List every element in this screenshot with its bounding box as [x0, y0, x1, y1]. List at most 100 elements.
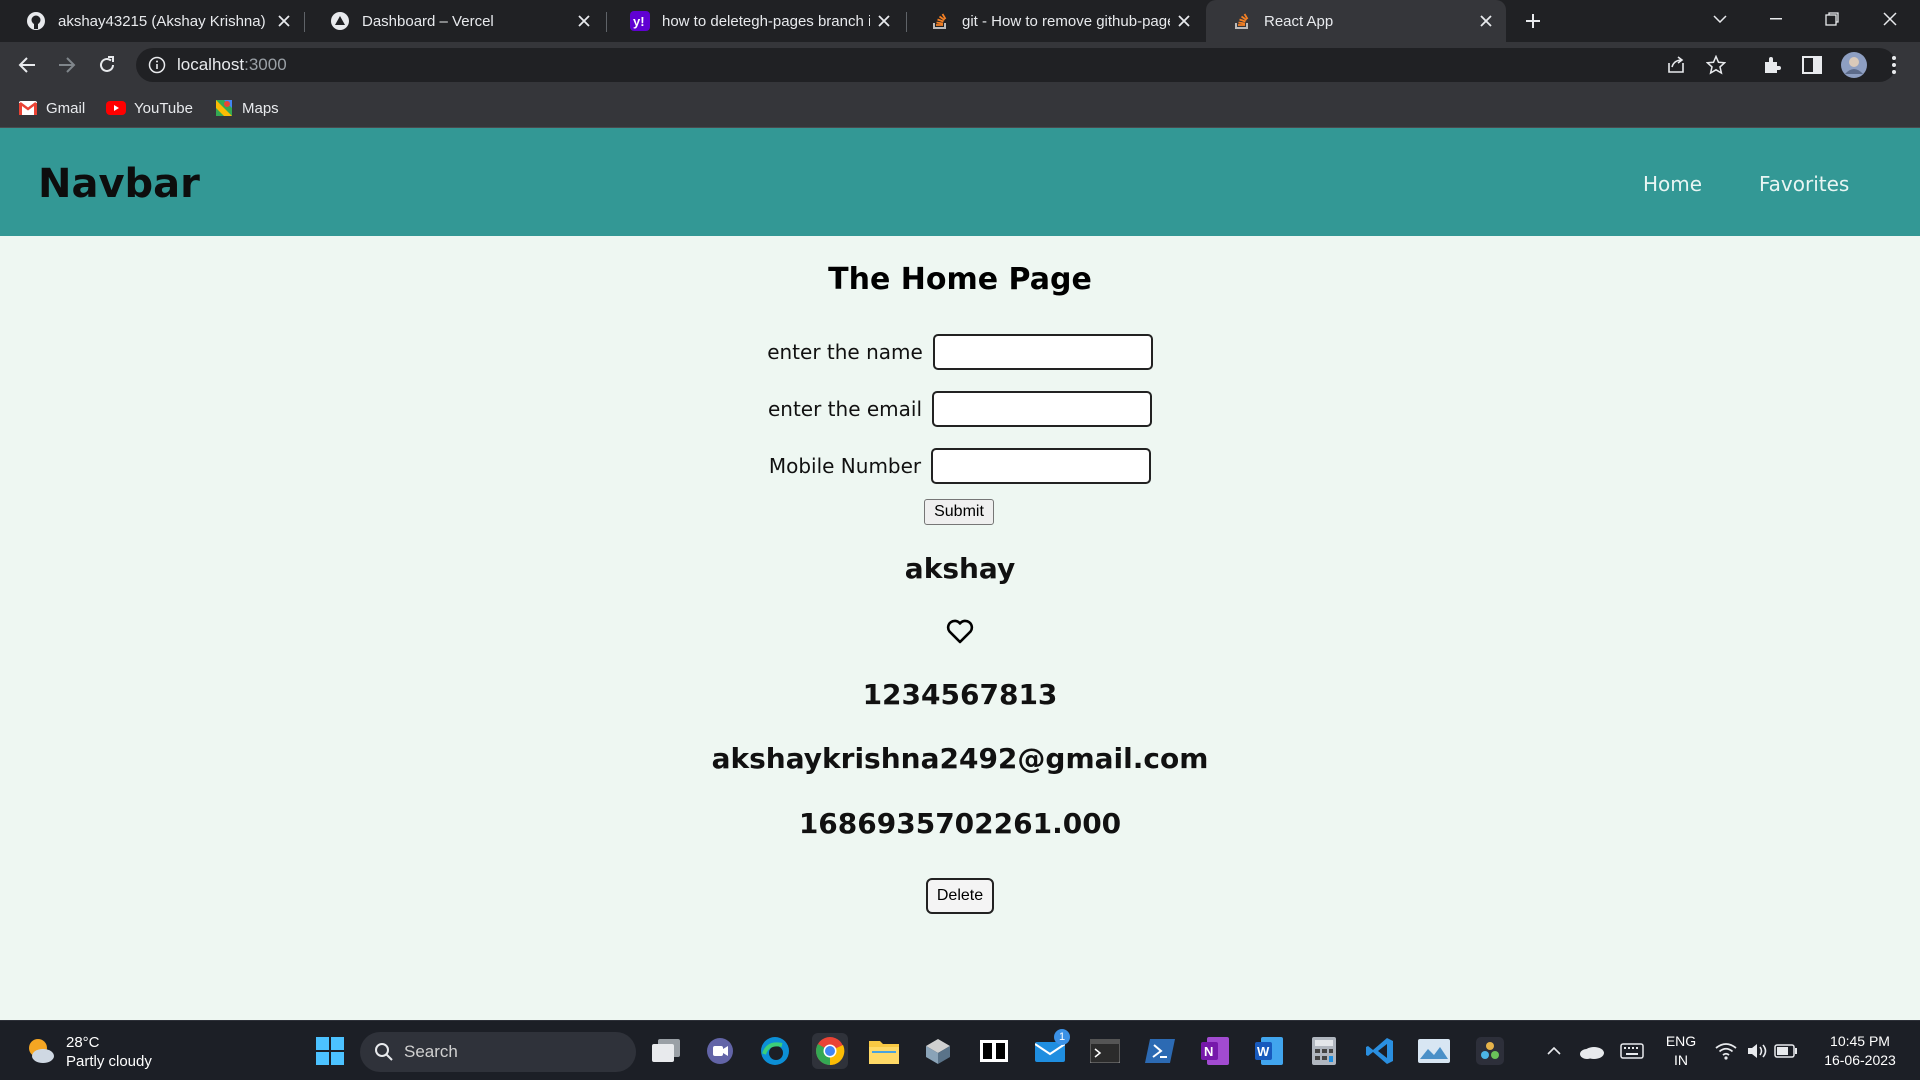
restore-button[interactable] [1804, 0, 1860, 38]
youtube-icon [106, 98, 126, 118]
forward-button[interactable] [51, 49, 83, 81]
gmail-icon [18, 98, 38, 118]
name-input[interactable] [932, 334, 1153, 370]
maps-icon [214, 98, 234, 118]
browser-toolbar: localhost:3000 [0, 42, 1920, 88]
tab-search-icon[interactable] [1692, 0, 1748, 38]
nav-link-favorites[interactable]: Favorites [1759, 172, 1849, 196]
yahoo-icon: y! [630, 11, 650, 31]
svg-text:N: N [1204, 1044, 1213, 1059]
calculator-icon[interactable] [1306, 1033, 1342, 1069]
back-button[interactable] [11, 49, 43, 81]
github-icon [26, 11, 46, 31]
url-port: :3000 [244, 55, 287, 74]
share-icon[interactable] [1666, 55, 1686, 80]
navbar-brand[interactable]: Navbar [38, 161, 200, 207]
tab-yahoo[interactable]: y! how to deletegh-pages branch in [604, 0, 904, 42]
new-tab-button[interactable] [1518, 6, 1548, 36]
file-explorer-icon[interactable] [866, 1033, 902, 1069]
vercel-icon [330, 11, 350, 31]
bookmark-star-icon[interactable] [1705, 54, 1727, 80]
bookmarks-bar: Gmail YouTube Maps [0, 88, 1920, 128]
site-info-icon[interactable] [148, 56, 166, 79]
wifi-icon[interactable] [1708, 1033, 1744, 1069]
close-tab-icon[interactable] [870, 7, 898, 35]
minimize-button[interactable] [1748, 0, 1804, 38]
clock[interactable]: 10:45 PM 16-06-2023 [1810, 1032, 1910, 1070]
email-input[interactable] [932, 391, 1153, 427]
mail-icon[interactable]: 1 [1032, 1029, 1070, 1069]
tab-github[interactable]: akshay43215 (Akshay Krishna) [0, 0, 304, 42]
svg-text:y!: y! [633, 14, 645, 29]
search-label: Search [404, 1042, 458, 1061]
task-view-icon[interactable] [648, 1033, 684, 1069]
app-store-icon[interactable] [920, 1033, 956, 1069]
close-tab-icon[interactable] [1170, 7, 1198, 35]
bookmark-youtube[interactable]: YouTube [106, 96, 193, 120]
tab-react-app[interactable]: React App [1206, 0, 1506, 42]
onedrive-icon[interactable] [1574, 1033, 1610, 1069]
tab-stackoverflow[interactable]: git - How to remove github-pages [904, 0, 1204, 42]
address-bar[interactable]: localhost:3000 [136, 48, 1896, 82]
close-tab-icon[interactable] [270, 7, 298, 35]
search-icon [374, 1042, 394, 1062]
onenote-icon[interactable]: N [1197, 1033, 1233, 1069]
teams-chat-icon[interactable] [702, 1033, 738, 1069]
nav-link-home[interactable]: Home [1643, 172, 1702, 196]
chrome-browser-icon[interactable] [812, 1033, 848, 1069]
dolby-access-icon[interactable] [976, 1033, 1012, 1069]
powershell-icon[interactable] [1142, 1033, 1178, 1069]
edge-browser-icon[interactable] [757, 1033, 793, 1069]
close-tab-icon[interactable] [570, 7, 598, 35]
close-tab-icon[interactable] [1472, 7, 1500, 35]
tab-title: git - How to remove github-pages [962, 12, 1170, 30]
tab-title: how to deletegh-pages branch in [662, 12, 870, 30]
language-indicator[interactable]: ENG IN [1662, 1032, 1700, 1070]
mobile-row: Mobile Number [0, 448, 1920, 484]
bookmark-maps[interactable]: Maps [214, 96, 279, 120]
mobile-input[interactable] [931, 448, 1152, 484]
weather-text: 28°C Partly cloudy [66, 1033, 152, 1071]
windows-start-icon[interactable] [312, 1033, 348, 1069]
battery-icon[interactable] [1768, 1033, 1804, 1069]
extensions-icon[interactable] [1756, 49, 1788, 81]
weather-widget[interactable]: 28°C Partly cloudy [24, 1033, 152, 1071]
svg-text:W: W [1257, 1044, 1270, 1059]
close-window-button[interactable] [1862, 0, 1918, 38]
record-mobile: 1234567813 [862, 678, 1058, 711]
clock-date: 16-06-2023 [1824, 1052, 1896, 1068]
tab-title: React App [1264, 12, 1334, 30]
menu-kebab-icon[interactable] [1878, 49, 1910, 81]
record-name: akshay [904, 552, 1016, 585]
tab-strip: akshay43215 (Akshay Krishna) Dashboard –… [0, 0, 1920, 42]
chevron-up-icon[interactable] [1536, 1033, 1572, 1069]
heart-outline-icon[interactable] [945, 616, 975, 646]
url-host: localhost [177, 55, 245, 74]
word-icon[interactable]: W [1251, 1033, 1287, 1069]
name-label: enter the name [767, 340, 923, 364]
tab-vercel[interactable]: Dashboard – Vercel [304, 0, 604, 42]
bookmark-label: Maps [242, 99, 279, 117]
davinci-resolve-icon[interactable] [1472, 1033, 1508, 1069]
delete-button[interactable]: Delete [926, 878, 994, 914]
keyboard-icon[interactable] [1614, 1033, 1650, 1069]
side-panel-icon[interactable] [1796, 49, 1828, 81]
name-row: enter the name [0, 334, 1920, 370]
submit-button[interactable]: Submit [924, 499, 994, 525]
region-code: IN [1674, 1052, 1688, 1068]
tab-title: Dashboard – Vercel [362, 12, 494, 30]
email-label: enter the email [767, 397, 923, 421]
page-title: The Home Page [828, 262, 1092, 297]
clock-time: 10:45 PM [1830, 1033, 1890, 1049]
reload-button[interactable] [91, 49, 123, 81]
mail-badge: 1 [1054, 1029, 1070, 1045]
terminal-icon[interactable] [1087, 1033, 1123, 1069]
vscode-icon[interactable] [1362, 1033, 1398, 1069]
profile-avatar[interactable] [1838, 49, 1870, 81]
bookmark-gmail[interactable]: Gmail [18, 96, 85, 120]
email-row: enter the email [0, 391, 1920, 427]
photos-icon[interactable] [1416, 1033, 1452, 1069]
app-navbar: Navbar Home Favorites [0, 128, 1920, 236]
taskbar-search[interactable]: Search [360, 1032, 636, 1072]
language-code: ENG [1665, 1033, 1697, 1049]
